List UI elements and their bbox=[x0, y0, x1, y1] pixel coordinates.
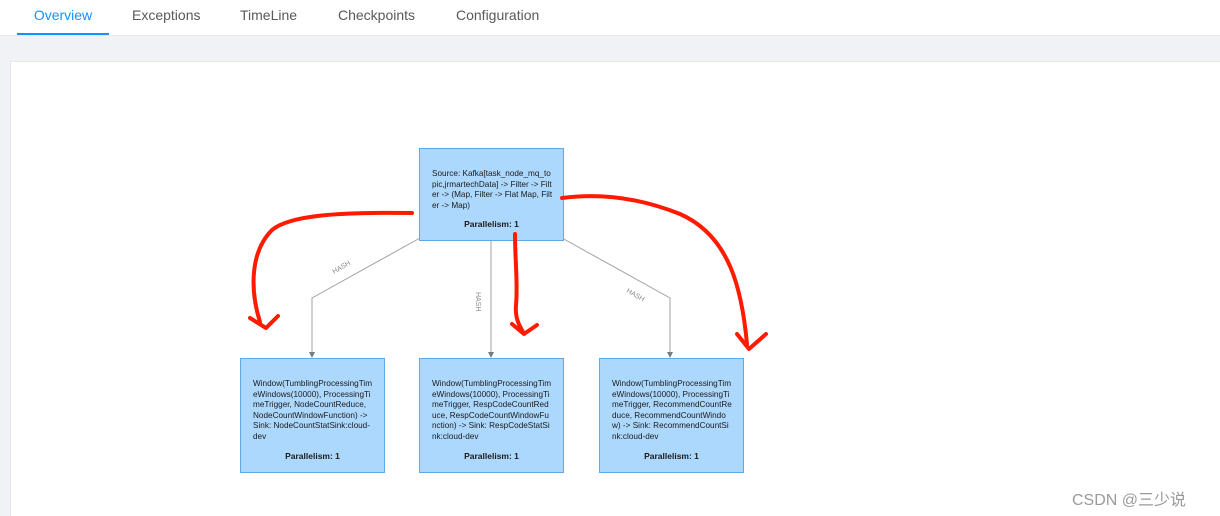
edge-source-to-sink-1 bbox=[309, 237, 421, 358]
sink-resp-code-description: Window(TumblingProcessingTimeWindows(100… bbox=[432, 379, 552, 441]
edge-label-3: HASH bbox=[625, 288, 645, 304]
sink-node-count-operator-node[interactable]: Window(TumblingProcessingTimeWindows(100… bbox=[240, 358, 385, 473]
source-parallelism: Parallelism: 1 bbox=[464, 219, 519, 229]
sink-resp-code-parallelism: Parallelism: 1 bbox=[464, 451, 519, 461]
edge-source-to-sink-3 bbox=[561, 237, 673, 358]
edge-label-1: HASH bbox=[332, 260, 352, 276]
sink-recommend-operator-node[interactable]: Window(TumblingProcessingTimeWindows(100… bbox=[599, 358, 744, 473]
sink-recommend-parallelism: Parallelism: 1 bbox=[644, 451, 699, 461]
sink-resp-code-operator-node[interactable]: Window(TumblingProcessingTimeWindows(100… bbox=[419, 358, 564, 473]
sink-node-count-description: Window(TumblingProcessingTimeWindows(100… bbox=[253, 379, 373, 441]
sink-node-count-parallelism: Parallelism: 1 bbox=[285, 451, 340, 461]
source-operator-node[interactable]: Source: Kafka[task_node_mq_topic,jrmarte… bbox=[419, 148, 564, 241]
sink-recommend-description: Window(TumblingProcessingTimeWindows(100… bbox=[612, 379, 732, 441]
source-operator-description: Source: Kafka[task_node_mq_topic,jrmarte… bbox=[432, 169, 553, 210]
csdn-watermark: CSDN @三少说 bbox=[1072, 492, 1187, 509]
edge-label-2: HASH bbox=[474, 292, 481, 311]
